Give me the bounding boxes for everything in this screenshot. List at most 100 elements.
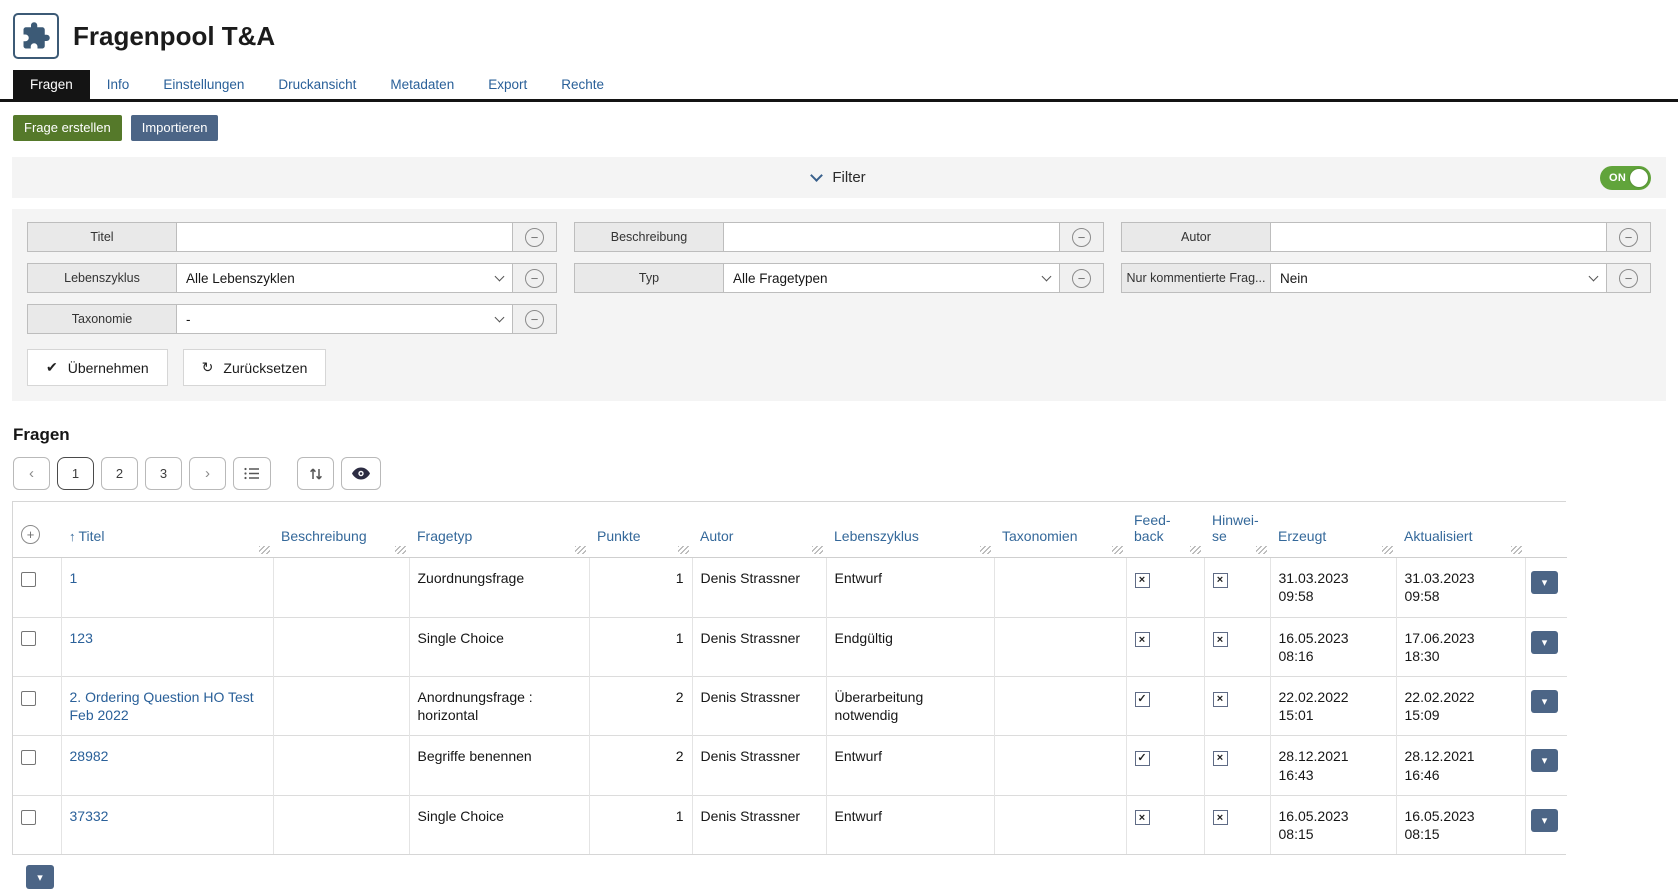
cell-fragetyp: Anordnungsfrage : horizontal: [409, 677, 589, 736]
row-checkbox[interactable]: [21, 691, 36, 706]
tab-info[interactable]: Info: [90, 70, 147, 99]
remove-filter-autor-icon[interactable]: −: [1619, 228, 1638, 247]
row-actions-button[interactable]: ▾: [1531, 749, 1558, 772]
sort-order-button[interactable]: [297, 457, 334, 490]
hints-state-icon: ×: [1213, 810, 1228, 825]
filter-typ-label: Typ: [574, 263, 724, 293]
tab-fragen[interactable]: Fragen: [13, 70, 90, 99]
hints-state-icon: ×: [1213, 632, 1228, 647]
filter-titel: Titel −: [27, 222, 557, 252]
filter-autor: Autor −: [1121, 222, 1651, 252]
create-question-button[interactable]: Frage erstellen: [13, 115, 122, 141]
filter-lebenszyklus-label: Lebenszyklus: [27, 263, 177, 293]
row-checkbox[interactable]: [21, 631, 36, 646]
question-title-link[interactable]: 2. Ordering Question HO Test Feb 2022: [70, 689, 254, 723]
chevron-down-icon: [1589, 271, 1599, 281]
filter-collapse-toggle[interactable]: Filter: [812, 169, 865, 186]
cell-beschreibung: [273, 736, 409, 795]
feedback-state-icon: ✓: [1135, 692, 1150, 707]
cell-taxonomien: [994, 736, 1126, 795]
cell-fragetyp: Single Choice: [409, 617, 589, 676]
remove-filter-titel-icon[interactable]: −: [525, 228, 544, 247]
remove-filter-beschreibung-icon[interactable]: −: [1072, 228, 1091, 247]
page-button-1[interactable]: 1: [57, 457, 94, 490]
tab-druckansicht[interactable]: Druckansicht: [261, 70, 373, 99]
caret-down-icon: ▾: [1542, 814, 1548, 827]
column-header-feedback[interactable]: Feed- back: [1134, 512, 1171, 544]
row-actions-button[interactable]: ▾: [1531, 809, 1558, 832]
question-title-link[interactable]: 1: [70, 570, 78, 586]
chevron-down-icon: [1042, 271, 1052, 281]
remove-filter-lebenszyklus-icon[interactable]: −: [525, 269, 544, 288]
kommentierte-select[interactable]: Nein: [1271, 263, 1607, 293]
prev-page-button[interactable]: ‹: [13, 457, 50, 490]
questions-table: + ↑Titel Beschreibung Fragetyp Punkte Au…: [13, 502, 1567, 854]
lebenszyklus-select[interactable]: Alle Lebenszyklen: [177, 263, 513, 293]
column-header-taxonomien[interactable]: Taxonomien: [1002, 528, 1078, 544]
remove-filter-taxonomie-icon[interactable]: −: [525, 310, 544, 329]
fragetyp-select[interactable]: Alle Fragetypen: [724, 263, 1060, 293]
caret-down-icon: ▾: [37, 871, 43, 884]
filter-kommentierte: Nur kommentierte Frag... Nein −: [1121, 263, 1651, 293]
row-checkbox[interactable]: [21, 810, 36, 825]
chevron-down-icon: [810, 169, 823, 182]
tab-export[interactable]: Export: [471, 70, 544, 99]
cell-lebenszyklus: Entwurf: [826, 795, 994, 854]
cell-fragetyp: Begriffe benennen: [409, 736, 589, 795]
column-header-autor[interactable]: Autor: [700, 528, 733, 544]
column-header-titel[interactable]: Titel: [79, 528, 105, 544]
preview-button[interactable]: [341, 457, 381, 490]
list-view-button[interactable]: [233, 457, 271, 490]
page-title: Fragenpool T&A: [73, 21, 275, 52]
tab-metadaten[interactable]: Metadaten: [373, 70, 471, 99]
cell-beschreibung: [273, 617, 409, 676]
page-button-2[interactable]: 2: [101, 457, 138, 490]
titel-filter-input[interactable]: [177, 222, 513, 252]
column-header-punkte[interactable]: Punkte: [597, 528, 641, 544]
reset-filter-button[interactable]: ↻ Zurücksetzen: [183, 349, 327, 386]
import-button[interactable]: Importieren: [131, 115, 219, 141]
autor-filter-input[interactable]: [1271, 222, 1607, 252]
bulk-actions-button[interactable]: ▾: [26, 865, 54, 889]
cell-autor: Denis Strassner: [692, 617, 826, 676]
column-header-erzeugt[interactable]: Erzeugt: [1278, 528, 1326, 544]
filter-autor-label: Autor: [1121, 222, 1271, 252]
cell-erzeugt: 22.02.2022 15:01: [1270, 677, 1396, 736]
question-title-link[interactable]: 123: [70, 630, 93, 646]
puzzle-icon: [21, 21, 51, 51]
filter-taxonomie-label: Taxonomie: [27, 304, 177, 334]
cell-lebenszyklus: Entwurf: [826, 736, 994, 795]
cell-aktualisiert: 16.05.2023 08:15: [1396, 795, 1525, 854]
table-row: 1 Zuordnungsfrage 1 Denis Strassner Entw…: [13, 558, 1567, 617]
tab-einstellungen[interactable]: Einstellungen: [146, 70, 261, 99]
row-actions-button[interactable]: ▾: [1531, 690, 1558, 713]
taxonomie-select[interactable]: -: [177, 304, 513, 334]
column-header-aktualisiert[interactable]: Aktualisiert: [1404, 528, 1472, 544]
filter-on-off-toggle[interactable]: ON: [1600, 166, 1651, 190]
next-page-button[interactable]: ›: [189, 457, 226, 490]
question-title-link[interactable]: 37332: [70, 808, 109, 824]
cell-taxonomien: [994, 558, 1126, 617]
remove-filter-kommentierte-icon[interactable]: −: [1619, 269, 1638, 288]
cell-punkte: 1: [589, 558, 692, 617]
apply-filter-button[interactable]: ✔ Übernehmen: [27, 349, 168, 386]
reset-icon: ↻: [202, 359, 214, 376]
column-header-lebenszyklus[interactable]: Lebenszyklus: [834, 528, 919, 544]
row-checkbox[interactable]: [21, 572, 36, 587]
row-actions-button[interactable]: ▾: [1531, 571, 1558, 594]
page-button-3[interactable]: 3: [145, 457, 182, 490]
cell-beschreibung: [273, 677, 409, 736]
column-header-beschreibung[interactable]: Beschreibung: [281, 528, 367, 544]
column-header-hinweise[interactable]: Hinwei- se: [1212, 512, 1259, 544]
beschreibung-filter-input[interactable]: [724, 222, 1060, 252]
filter-lebenszyklus: Lebenszyklus Alle Lebenszyklen −: [27, 263, 557, 293]
section-title: Fragen: [13, 425, 1678, 445]
remove-filter-typ-icon[interactable]: −: [1072, 269, 1091, 288]
column-selection-icon[interactable]: +: [21, 525, 40, 544]
question-title-link[interactable]: 28982: [70, 748, 109, 764]
row-checkbox[interactable]: [21, 750, 36, 765]
row-actions-button[interactable]: ▾: [1531, 631, 1558, 654]
column-header-fragetyp[interactable]: Fragetyp: [417, 528, 472, 544]
tab-rechte[interactable]: Rechte: [544, 70, 621, 99]
cell-lebenszyklus: Entwurf: [826, 558, 994, 617]
